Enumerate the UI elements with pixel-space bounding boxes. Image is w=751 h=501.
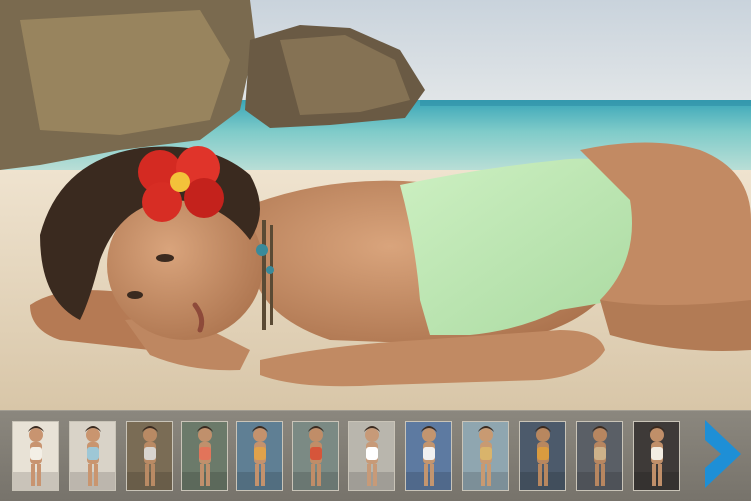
beach-photo-image	[0, 0, 751, 410]
thumbnail-6[interactable]	[292, 421, 339, 491]
thumbnail-11[interactable]	[576, 421, 623, 491]
thumbnail-strip	[0, 410, 751, 501]
thumbnail-5[interactable]	[236, 421, 283, 491]
model-photo-thumbnail	[13, 422, 58, 490]
thumbnail-1[interactable]	[12, 421, 59, 491]
next-button[interactable]	[701, 418, 745, 490]
thumbnail-12[interactable]	[633, 421, 680, 491]
model-photo-thumbnail	[293, 422, 338, 490]
model-photo-thumbnail	[406, 422, 451, 490]
model-photo-thumbnail	[520, 422, 565, 490]
model-photo-thumbnail	[182, 422, 227, 490]
thumbnail-3[interactable]	[126, 421, 173, 491]
model-photo-thumbnail	[349, 422, 394, 490]
thumbnail-9[interactable]	[462, 421, 509, 491]
thumbnail-7[interactable]	[348, 421, 395, 491]
chevron-right-icon	[705, 420, 741, 488]
model-photo-thumbnail	[463, 422, 508, 490]
thumbnail-4[interactable]	[181, 421, 228, 491]
thumbnail-10[interactable]	[519, 421, 566, 491]
model-photo-thumbnail	[577, 422, 622, 490]
hero-photo	[0, 0, 751, 410]
model-photo-thumbnail	[127, 422, 172, 490]
thumbnail-2[interactable]	[69, 421, 116, 491]
model-photo-thumbnail	[70, 422, 115, 490]
thumbnail-8[interactable]	[405, 421, 452, 491]
model-photo-thumbnail	[634, 422, 679, 490]
model-photo-thumbnail	[237, 422, 282, 490]
